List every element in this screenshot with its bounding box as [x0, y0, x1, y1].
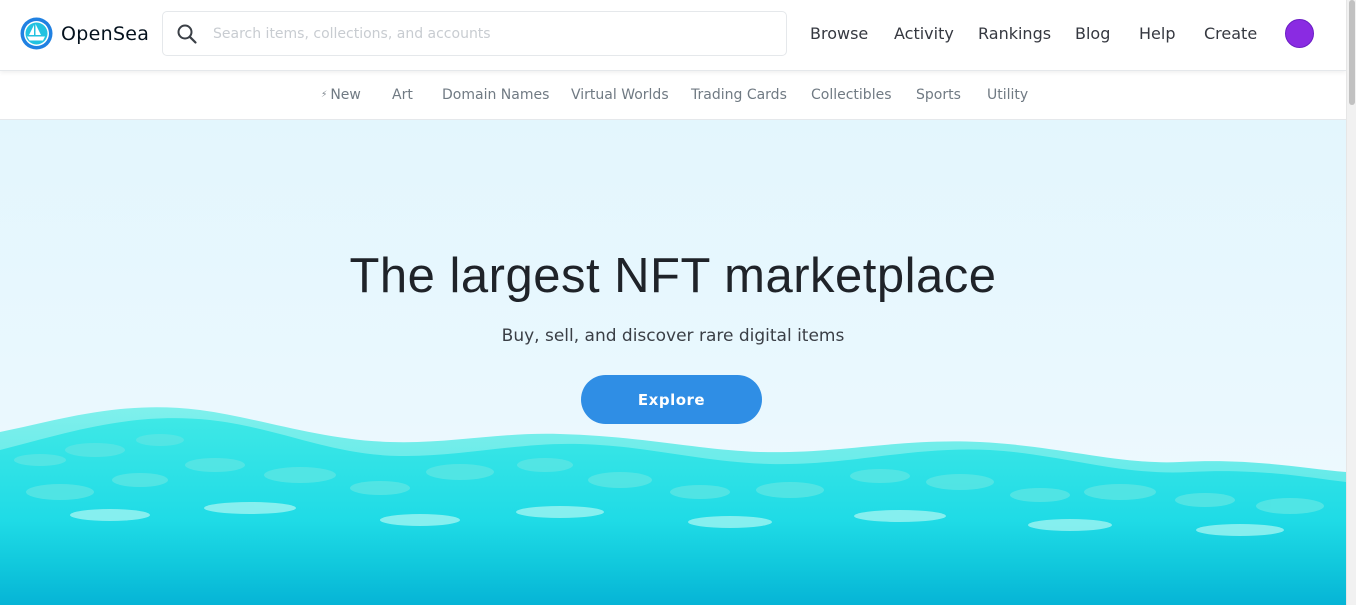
nav-help[interactable]: Help	[1139, 23, 1175, 45]
category-collectibles[interactable]: Collectibles	[811, 86, 892, 104]
nav-create[interactable]: Create	[1204, 23, 1257, 45]
nav-blog[interactable]: Blog	[1075, 23, 1110, 45]
page-scrollbar[interactable]	[1346, 0, 1356, 605]
nav-browse[interactable]: Browse	[810, 23, 868, 45]
hero-subtitle: Buy, sell, and discover rare digital ite…	[501, 326, 845, 346]
category-bar: ⚡ New Art Domain Names Virtual Worlds Tra…	[0, 71, 1346, 120]
hero-title: The largest NFT marketplace	[349, 249, 997, 303]
lightning-bolt-icon: ⚡	[321, 90, 328, 100]
category-new-label: New	[330, 87, 361, 103]
nav-activity[interactable]: Activity	[894, 23, 954, 45]
category-virtual-worlds[interactable]: Virtual Worlds	[571, 86, 669, 104]
hero-section: The largest NFT marketplace Buy, sell, a…	[0, 120, 1346, 605]
explore-button[interactable]: Explore	[581, 375, 762, 424]
category-sports[interactable]: Sports	[916, 86, 961, 104]
category-art[interactable]: Art	[392, 86, 413, 104]
account-avatar[interactable]	[1285, 19, 1314, 48]
category-utility[interactable]: Utility	[987, 86, 1028, 104]
ocean-waves-illustration	[0, 407, 1346, 605]
nav-rankings[interactable]: Rankings	[978, 23, 1051, 45]
main-nav: Browse Activity Rankings Blog Help Creat…	[0, 23, 1346, 47]
category-new[interactable]: ⚡ New	[321, 86, 361, 104]
category-domain-names[interactable]: Domain Names	[442, 86, 549, 104]
category-trading-cards[interactable]: Trading Cards	[691, 86, 787, 104]
top-navigation-bar: OpenSea Browse Activity Rankings Blog He…	[0, 0, 1346, 71]
scrollbar-thumb[interactable]	[1349, 0, 1355, 105]
